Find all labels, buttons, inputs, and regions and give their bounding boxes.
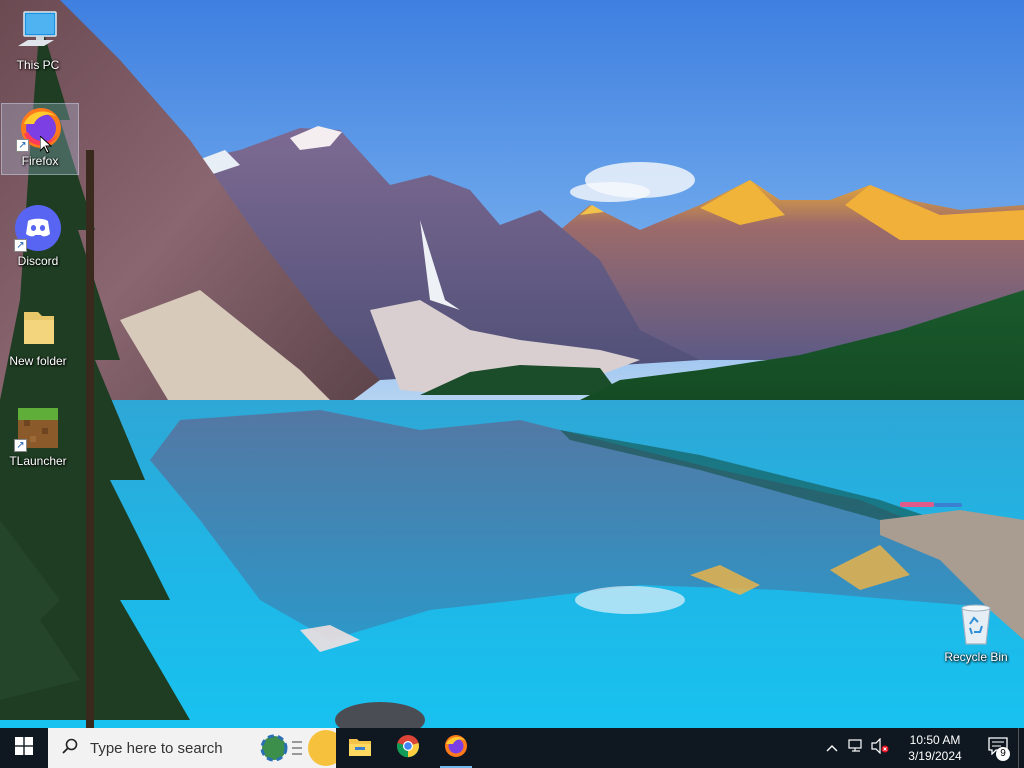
taskbar-file-explorer[interactable] [336,728,384,768]
show-desktop-button[interactable] [1018,728,1024,768]
search-highlight-icon [260,730,336,766]
chevron-up-icon [826,739,838,757]
action-center-button[interactable]: 9 [978,728,1018,768]
clock-date: 3/19/2024 [908,749,962,763]
search-icon [62,738,78,758]
desktop-icon-label: Recycle Bin [944,650,1008,664]
desktop-icon-tlauncher[interactable]: ↗ TLauncher [0,404,76,474]
show-hidden-icons-button[interactable] [820,728,844,768]
taskbar-search-box[interactable]: Type here to search [48,728,336,768]
shortcut-arrow-icon: ↗ [14,239,27,252]
folder-icon [14,304,62,352]
shortcut-arrow-icon: ↗ [16,139,29,152]
volume-muted-icon [871,737,889,759]
volume-button[interactable] [868,728,892,768]
clock-time: 10:50 AM [909,733,961,747]
system-tray: 10:50 AM 3/19/2024 9 [820,728,1024,768]
chrome-icon [396,734,420,763]
notification-count-badge: 9 [996,747,1010,761]
recycle-bin-icon [952,600,1000,648]
discord-icon: ↗ [14,204,62,252]
desktop-icon-discord[interactable]: ↗ Discord [0,204,76,274]
desktop-icon-label: TLauncher [9,454,67,468]
desktop-icon-label: This PC [16,58,60,72]
firefox-icon [444,734,468,763]
taskbar: Type here to search 10:50 AM 3/19/2024 9 [0,728,1024,768]
windows-logo-icon [15,736,33,760]
desktop-icon-this-pc[interactable]: This PC [0,8,76,98]
taskbar-clock[interactable]: 10:50 AM 3/19/2024 [898,732,972,764]
desktop-icon-label: Firefox [21,154,59,168]
taskbar-firefox[interactable] [432,728,480,768]
start-button[interactable] [0,728,48,768]
taskbar-chrome[interactable] [384,728,432,768]
desktop-icon-new-folder[interactable]: New folder [0,304,76,374]
network-icon [848,738,864,758]
tlauncher-icon: ↗ [14,404,62,452]
desktop-icon-recycle-bin[interactable]: Recycle Bin [936,600,1016,670]
file-explorer-icon [348,735,372,762]
search-placeholder: Type here to search [90,739,223,757]
desktop-icon-label: Discord [17,254,59,268]
shortcut-arrow-icon: ↗ [14,439,27,452]
desktop-icon-label: New folder [9,354,67,368]
network-button[interactable] [844,728,868,768]
desktop-wallpaper [0,0,1024,728]
this-pc-icon [14,8,62,56]
mouse-cursor-icon [39,134,53,154]
